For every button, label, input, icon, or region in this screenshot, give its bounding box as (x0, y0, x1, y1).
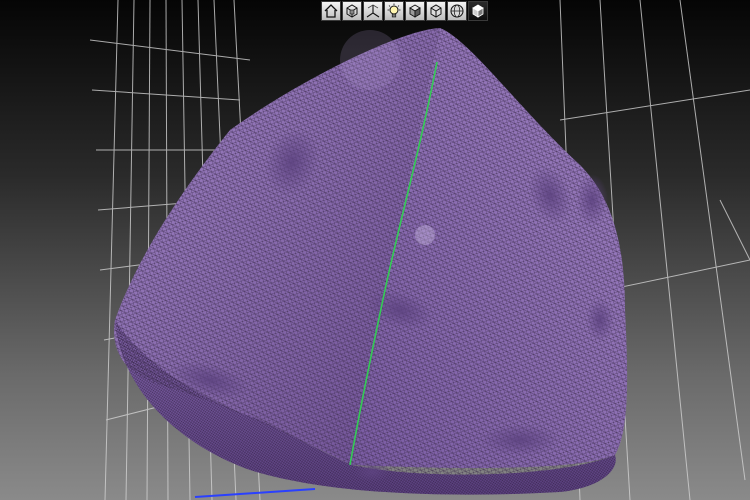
die-mesh[interactable] (114, 28, 628, 495)
shaded-view-button[interactable] (405, 1, 425, 21)
axes-view-icon (366, 4, 380, 18)
cube-wireframe-icon (430, 4, 442, 18)
solid-view-button[interactable] (468, 1, 488, 21)
view-axes-button[interactable] (363, 1, 383, 21)
home-button[interactable] (321, 1, 341, 21)
view-toolbar (321, 1, 488, 21)
lighting-button[interactable] (384, 1, 404, 21)
sphere-grid-icon (450, 4, 464, 18)
3d-viewport[interactable] (0, 0, 750, 500)
scene-canvas[interactable] (0, 0, 750, 500)
view-front-button[interactable] (342, 1, 362, 21)
home-icon (324, 4, 338, 18)
x-axis-line (194, 488, 316, 498)
cube-front-icon (346, 4, 358, 18)
sphere-view-button[interactable] (447, 1, 467, 21)
wireframe-view-button[interactable] (426, 1, 446, 21)
cube-solid-icon (472, 4, 484, 18)
cube-shaded-icon (409, 4, 421, 18)
lightbulb-icon (387, 3, 401, 18)
